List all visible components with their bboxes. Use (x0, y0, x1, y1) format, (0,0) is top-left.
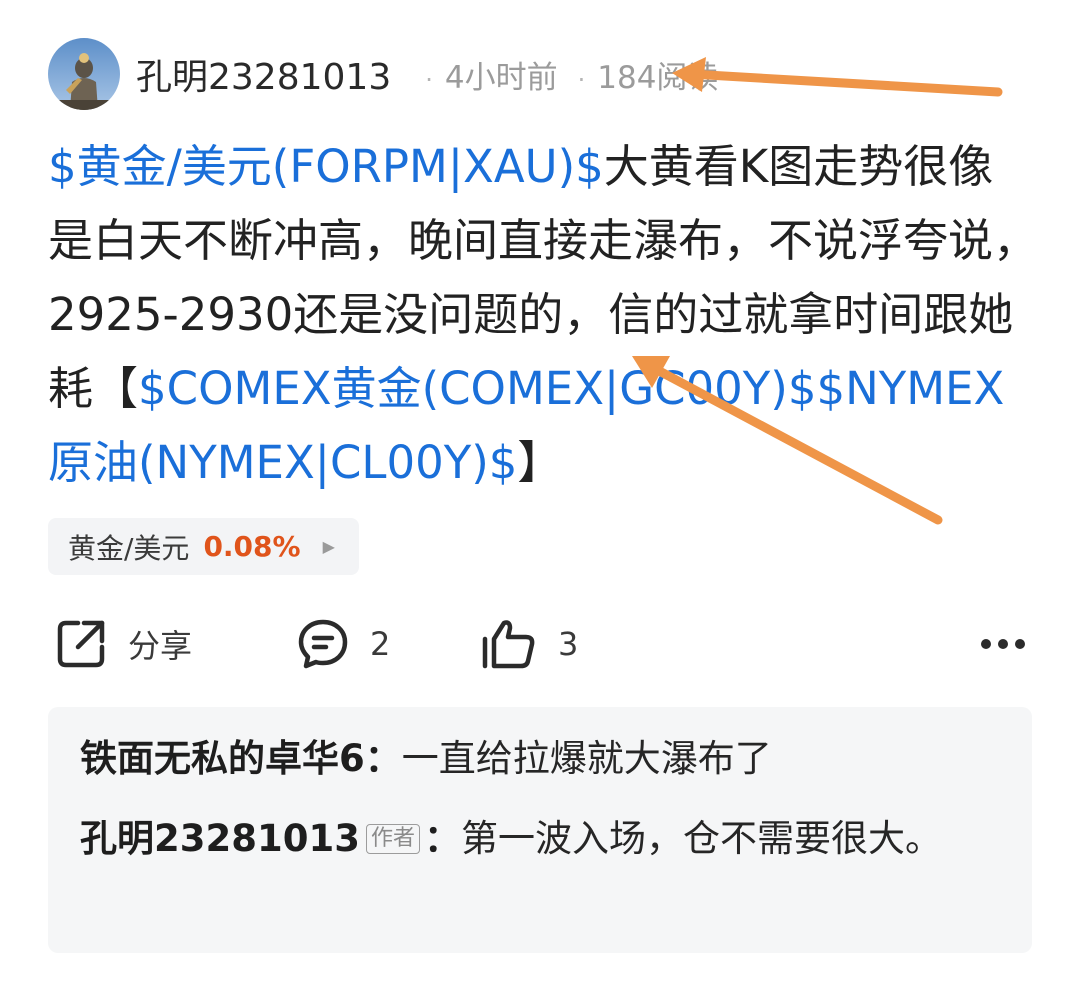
comment-separator: ： (364, 737, 402, 780)
play-triangle-icon: ▶ (322, 537, 335, 556)
separator-dot: · (425, 65, 433, 94)
comment-button[interactable]: 2 (296, 608, 390, 680)
post-card: 孔明23281013 · 4小时前 · 184阅读 $黄金/美元(FORPM|XAU… (0, 0, 1080, 981)
share-label: 分享 (128, 627, 193, 665)
comment-text: 第一波入场，仓不需要很大。 (460, 817, 942, 860)
share-button[interactable]: 分享 (54, 608, 192, 680)
comment-text: 一直给拉爆就大瀑布了 (401, 737, 772, 780)
stock-link-xau[interactable]: $黄金/美元(FORPM|XAU)$ (48, 140, 604, 193)
separator-dot: · (577, 65, 586, 94)
comment-count: 2 (370, 625, 391, 663)
comment-item[interactable]: 孔明23281013 作者 ：第一波入场，仓不需要很大。 (80, 809, 1000, 869)
post-header: 孔明23281013 · 4小时前 · 184阅读 (48, 38, 718, 110)
comment-bubble-icon (296, 617, 350, 671)
time-ago: · 4小时前 (425, 59, 558, 96)
thumbs-up-icon (480, 617, 538, 671)
author-name[interactable]: 孔明23281013 (136, 48, 391, 100)
comment-item[interactable]: 铁面无私的卓华6：一直给拉爆就大瀑布了 (80, 729, 1000, 789)
comment-author[interactable]: 孔明23281013 (80, 817, 360, 860)
comment-separator: ： (423, 817, 461, 860)
read-count: · 184阅读 (577, 59, 719, 96)
share-icon (54, 617, 108, 671)
like-button[interactable]: 3 (480, 608, 578, 680)
post-text-end: 】 (517, 436, 563, 489)
more-horizontal-icon (980, 635, 1026, 654)
more-button[interactable] (980, 608, 1026, 680)
stock-quote-chip[interactable]: 黄金/美元 0.08% ▶ (48, 518, 359, 575)
avatar[interactable] (48, 38, 120, 110)
annotation-arrow-icon (685, 69, 1003, 97)
comment-author[interactable]: 铁面无私的卓华6 (80, 737, 365, 780)
action-bar: 分享 2 3 (48, 608, 1032, 680)
chip-price-change: 0.08% (203, 530, 301, 563)
post-body: $黄金/美元(FORPM|XAU)$大黄看K图走势很像是白天不断冲高，晚间直接走… (48, 130, 1038, 500)
author-badge: 作者 (365, 824, 420, 854)
comments-preview[interactable]: 铁面无私的卓华6：一直给拉爆就大瀑布了 孔明23281013 作者 ：第一波入场，仓… (48, 707, 1032, 953)
chip-stock-name: 黄金/美元 (68, 531, 190, 565)
stock-link-comex-gold[interactable]: $COMEX黄金(COMEX|GC00Y)$ (138, 362, 816, 415)
like-count: 3 (558, 625, 579, 663)
